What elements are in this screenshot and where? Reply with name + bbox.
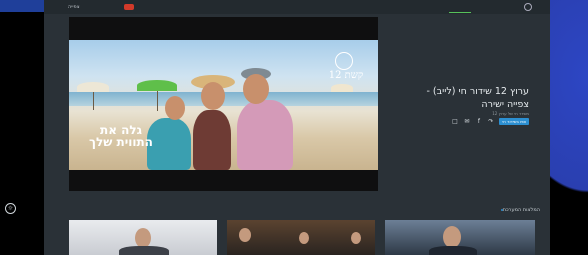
person-center bbox=[193, 110, 231, 170]
recommendation-thumbnail[interactable] bbox=[69, 220, 217, 255]
person-right bbox=[237, 100, 293, 170]
channel-logo-text: קשת 12 bbox=[328, 70, 364, 81]
share-icon[interactable]: ↷ bbox=[487, 118, 494, 125]
thumbnail-person bbox=[351, 232, 361, 244]
user-icon[interactable] bbox=[524, 3, 532, 11]
bookmark-icon[interactable]: □ bbox=[451, 118, 458, 125]
thumbnail-person-body bbox=[119, 246, 169, 255]
video-overlay-text: גלה את התווית שלך bbox=[89, 123, 153, 149]
person-center-head bbox=[201, 82, 225, 110]
umbrella-pole bbox=[93, 92, 94, 110]
recommendations-label: המלצות המערכת bbox=[502, 207, 540, 213]
channel-logo: קשת 12 bbox=[323, 52, 373, 82]
thumbnail-person-body bbox=[429, 246, 477, 255]
video-player[interactable]: גלה את התווית שלך קשת 12 bbox=[69, 17, 378, 191]
thumbnail-person bbox=[299, 232, 309, 244]
program-title: ערוץ 12 שידור חי (לייב) - צפייה ישירה bbox=[426, 86, 529, 110]
thumbnail-person bbox=[135, 228, 151, 248]
program-actions: □ ✉ f ↷ צפו בשידור חי bbox=[451, 118, 529, 125]
facebook-icon[interactable]: f bbox=[475, 118, 482, 125]
recommendation-thumbnail[interactable] bbox=[385, 220, 535, 255]
thumbnail-person bbox=[443, 226, 461, 248]
beach-umbrella bbox=[137, 80, 177, 91]
video-frame[interactable]: גלה את התווית שלך קשת 12 bbox=[69, 40, 378, 170]
top-navigation-bar: צפייה bbox=[44, 0, 550, 14]
accessibility-icon[interactable]: ☼ bbox=[5, 203, 16, 214]
recommendations-heading: המלצות המערכת bbox=[499, 207, 540, 213]
beach-umbrella bbox=[77, 82, 109, 92]
mail-icon[interactable]: ✉ bbox=[463, 118, 470, 125]
active-tab-indicator bbox=[449, 12, 471, 13]
thumbnail-person bbox=[239, 228, 251, 242]
recommendation-thumbnail[interactable] bbox=[227, 220, 375, 255]
watch-live-button[interactable]: צפו בשידור חי bbox=[499, 118, 529, 125]
person-right-head bbox=[243, 74, 269, 104]
person-left-head bbox=[165, 96, 185, 120]
web-page: צפייה ראשי > ערוץ 12 גלה את התווית שלך bbox=[44, 0, 550, 255]
live-indicator-icon[interactable] bbox=[124, 4, 134, 10]
logo-emblem bbox=[335, 52, 353, 70]
program-meta: משדר חי של ערוץ 12 bbox=[492, 111, 529, 116]
nav-link[interactable]: צפייה bbox=[68, 4, 80, 10]
beach-umbrella bbox=[331, 84, 353, 92]
umbrella-pole bbox=[157, 91, 158, 111]
